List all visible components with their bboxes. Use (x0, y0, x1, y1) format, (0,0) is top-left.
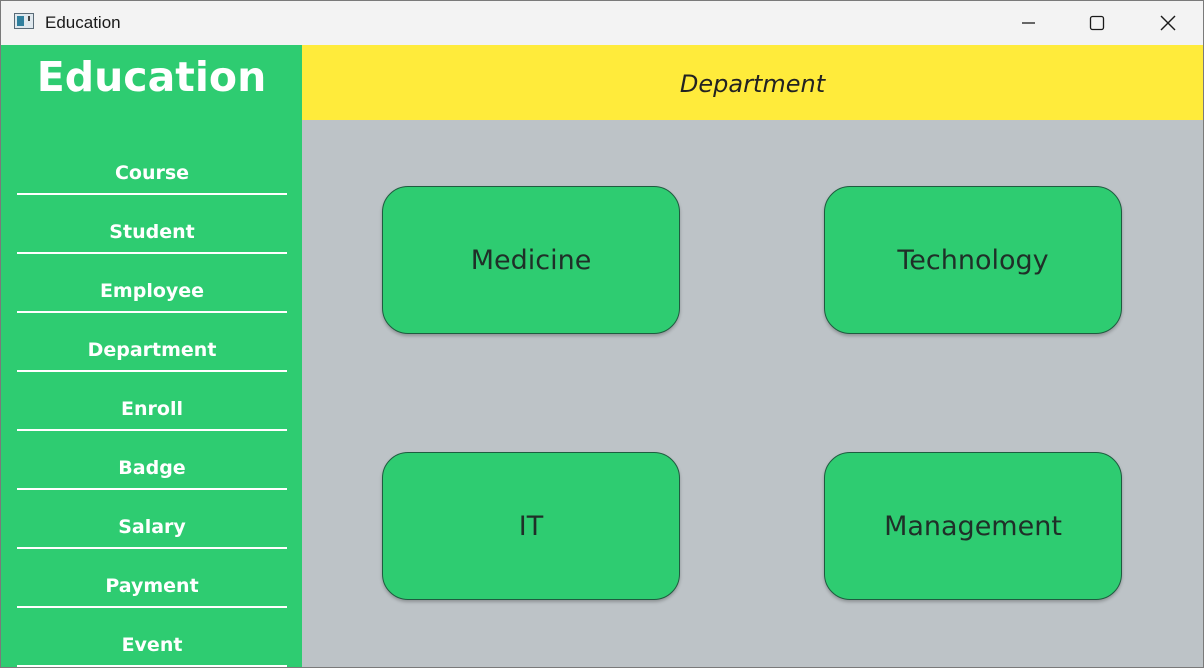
page-header: Department (302, 45, 1203, 120)
app-window-icon (14, 13, 34, 29)
sidebar-item-badge[interactable]: Badge (17, 441, 287, 490)
close-icon (1160, 15, 1176, 31)
sidebar-item-payment[interactable]: Payment (17, 559, 287, 608)
sidebar-item-employee[interactable]: Employee (17, 264, 287, 313)
main-content: Medicine Technology IT Management (302, 120, 1203, 667)
maximize-button[interactable] (1074, 1, 1120, 45)
sidebar-item-salary[interactable]: Salary (17, 500, 287, 549)
title-bar: Education (1, 1, 1203, 45)
sidebar-item-label: Course (114, 162, 190, 184)
minimize-icon (1022, 22, 1035, 24)
sidebar-item-label: Payment (105, 575, 199, 597)
sidebar: Education Course Student Employee Depart… (1, 45, 302, 667)
sidebar-item-department[interactable]: Department (17, 323, 287, 372)
page-title: Department (679, 70, 826, 98)
department-card-management[interactable]: Management (824, 452, 1122, 600)
close-button[interactable] (1144, 1, 1190, 45)
department-card-medicine[interactable]: Medicine (382, 186, 680, 334)
sidebar-item-label: Student (109, 221, 195, 243)
department-card-label: Technology (897, 245, 1049, 276)
department-card-it[interactable]: IT (382, 452, 680, 600)
sidebar-item-label: Event (121, 634, 183, 656)
department-card-label: Medicine (470, 245, 592, 276)
sidebar-item-label: Enroll (121, 398, 183, 420)
maximize-icon (1089, 15, 1105, 31)
sidebar-item-label: Badge (118, 457, 186, 479)
sidebar-item-student[interactable]: Student (17, 205, 287, 254)
app-window: Education Education Course Student Emplo… (0, 0, 1204, 668)
department-card-technology[interactable]: Technology (824, 186, 1122, 334)
department-card-label: Management (884, 511, 1062, 542)
sidebar-item-course[interactable]: Course (17, 146, 287, 195)
sidebar-item-label: Employee (99, 280, 205, 302)
minimize-button[interactable] (1005, 1, 1051, 45)
department-card-label: IT (518, 511, 544, 542)
sidebar-item-label: Salary (118, 516, 186, 538)
sidebar-item-label: Department (87, 339, 217, 361)
sidebar-title: Education (36, 53, 267, 101)
sidebar-item-event[interactable]: Event (17, 618, 287, 667)
sidebar-item-enroll[interactable]: Enroll (17, 382, 287, 431)
window-title: Education (45, 13, 121, 32)
